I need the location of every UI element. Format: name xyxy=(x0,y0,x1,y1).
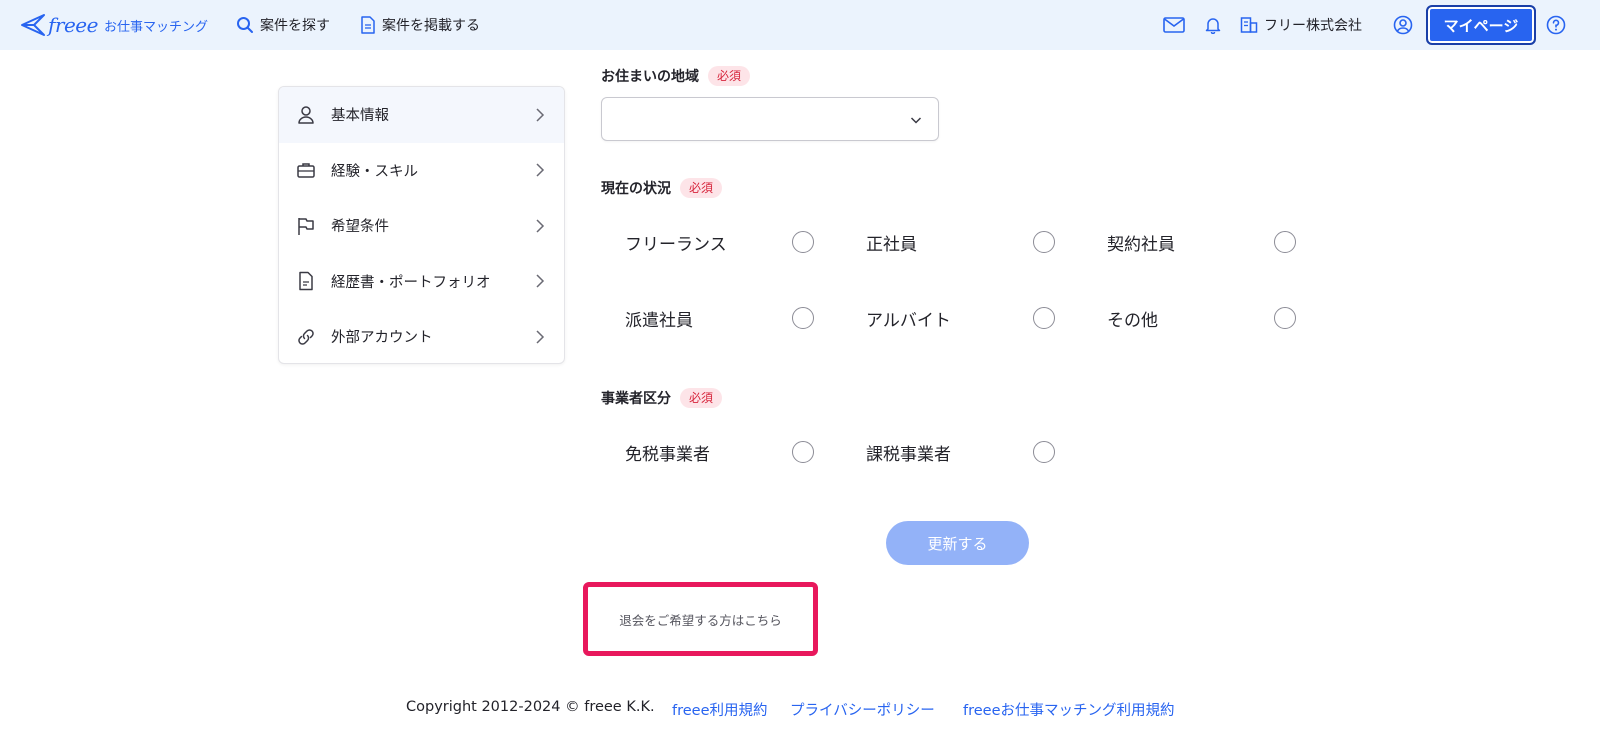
region-label: お住まいの地域 xyxy=(601,69,699,85)
flag-icon xyxy=(295,215,317,237)
withdraw-highlight-box: 退会をご希望する方はこちら xyxy=(583,582,818,656)
status-option-regular-employee[interactable]: 正社員 xyxy=(866,227,1066,257)
radio-button[interactable] xyxy=(1033,441,1055,463)
region-label-row: お住まいの地域 必須 xyxy=(601,66,751,86)
sidebar-item-basic-info[interactable]: 基本情報 xyxy=(279,87,564,143)
status-option-part-time[interactable]: アルバイト xyxy=(866,303,1066,333)
help-button[interactable] xyxy=(1544,13,1568,37)
chevron-right-icon xyxy=(536,219,545,233)
update-button[interactable]: 更新する xyxy=(886,521,1029,565)
radio-button[interactable] xyxy=(1274,307,1296,329)
chevron-right-icon xyxy=(536,163,545,177)
company-switcher[interactable]: フリー株式会社 xyxy=(1240,13,1362,37)
logo[interactable]: freee お仕事マッチング xyxy=(20,10,208,40)
sidebar-item-label: 外部アカウント xyxy=(331,330,433,347)
top-header: freee お仕事マッチング 案件を探す 案件を掲載する フリー株式会社 マイペ… xyxy=(0,0,1600,50)
mail-icon xyxy=(1163,17,1185,33)
withdraw-link[interactable]: 退会をご希望する方はこちら xyxy=(619,610,782,629)
business-option-taxable[interactable]: 課税事業者 xyxy=(866,437,1066,467)
sidebar-item-label: 経験・スキル xyxy=(331,163,418,180)
sidebar-item-label: 経歴書・ポートフォリオ xyxy=(331,274,491,291)
account-button[interactable] xyxy=(1391,13,1415,37)
file-icon xyxy=(295,270,317,292)
help-icon xyxy=(1546,15,1566,35)
business-label: 事業者区分 xyxy=(601,391,671,407)
status-option-contract-employee[interactable]: 契約社員 xyxy=(1107,227,1307,257)
status-option-temp-staff[interactable]: 派遣社員 xyxy=(625,303,825,333)
chevron-down-icon xyxy=(910,117,922,124)
radio-label: 正社員 xyxy=(866,234,917,255)
radio-button[interactable] xyxy=(792,231,814,253)
company-icon xyxy=(1240,17,1258,33)
mypage-button[interactable]: マイページ xyxy=(1426,5,1536,45)
chevron-right-icon xyxy=(536,274,545,288)
company-name: フリー株式会社 xyxy=(1264,18,1362,34)
radio-button[interactable] xyxy=(1274,231,1296,253)
logo-brand: freee xyxy=(48,13,98,37)
radio-button[interactable] xyxy=(1033,307,1055,329)
nav-search-jobs-label: 案件を探す xyxy=(260,18,330,34)
radio-button[interactable] xyxy=(1033,231,1055,253)
footer: Copyright 2012-2024 © freee K.K. freee利用… xyxy=(0,699,1600,721)
sidebar-item-experience-skills[interactable]: 経験・スキル xyxy=(279,143,564,199)
radio-button[interactable] xyxy=(792,441,814,463)
nav-search-jobs[interactable]: 案件を探す xyxy=(236,13,330,37)
mail-button[interactable] xyxy=(1162,13,1186,37)
sidebar-item-resume-portfolio[interactable]: 経歴書・ポートフォリオ xyxy=(279,254,564,310)
profile-sidebar: 基本情報 経験・スキル 希望条件 経歴書・ポートフォリオ 外部アカウント xyxy=(278,86,565,364)
sidebar-item-desired-conditions[interactable]: 希望条件 xyxy=(279,198,564,254)
radio-label: その他 xyxy=(1107,310,1158,331)
nav-post-job-label: 案件を掲載する xyxy=(382,18,480,34)
required-badge: 必須 xyxy=(680,178,723,198)
briefcase-icon xyxy=(295,159,317,181)
notification-button[interactable] xyxy=(1201,13,1225,37)
radio-label: フリーランス xyxy=(625,234,727,255)
radio-label: 課税事業者 xyxy=(866,444,951,465)
required-badge: 必須 xyxy=(680,388,723,408)
footer-link-freee-terms[interactable]: freee利用規約 xyxy=(672,699,768,720)
status-option-freelance[interactable]: フリーランス xyxy=(625,227,825,257)
sidebar-item-external-accounts[interactable]: 外部アカウント xyxy=(279,309,564,363)
footer-link-privacy-policy[interactable]: プライバシーポリシー xyxy=(790,699,935,720)
link-icon xyxy=(295,326,317,348)
plane-logo-icon xyxy=(21,14,45,36)
region-select[interactable] xyxy=(601,97,939,141)
search-icon xyxy=(237,17,253,33)
user-circle-icon xyxy=(1393,15,1413,35)
status-label-row: 現在の状況 必須 xyxy=(601,178,723,198)
status-option-other[interactable]: その他 xyxy=(1107,303,1307,333)
sidebar-item-label: 基本情報 xyxy=(331,108,389,125)
nav-post-job[interactable]: 案件を掲載する xyxy=(360,13,480,37)
chevron-right-icon xyxy=(536,330,545,344)
person-icon xyxy=(295,104,317,126)
required-badge: 必須 xyxy=(708,66,751,86)
chevron-right-icon xyxy=(536,108,545,122)
business-label-row: 事業者区分 必須 xyxy=(601,388,723,408)
radio-button[interactable] xyxy=(792,307,814,329)
status-label: 現在の状況 xyxy=(601,181,671,197)
footer-link-matching-terms[interactable]: freeeお仕事マッチング利用規約 xyxy=(963,699,1175,720)
sidebar-item-label: 希望条件 xyxy=(331,219,389,236)
radio-label: 契約社員 xyxy=(1107,234,1175,255)
radio-label: 派遣社員 xyxy=(625,310,693,331)
copyright-text: Copyright 2012-2024 © freee K.K. xyxy=(406,699,655,715)
business-option-tax-exempt[interactable]: 免税事業者 xyxy=(625,437,825,467)
document-icon xyxy=(361,16,375,34)
radio-label: 免税事業者 xyxy=(625,444,710,465)
logo-subtitle: お仕事マッチング xyxy=(103,19,208,35)
radio-label: アルバイト xyxy=(866,310,951,331)
bell-icon xyxy=(1205,18,1221,34)
